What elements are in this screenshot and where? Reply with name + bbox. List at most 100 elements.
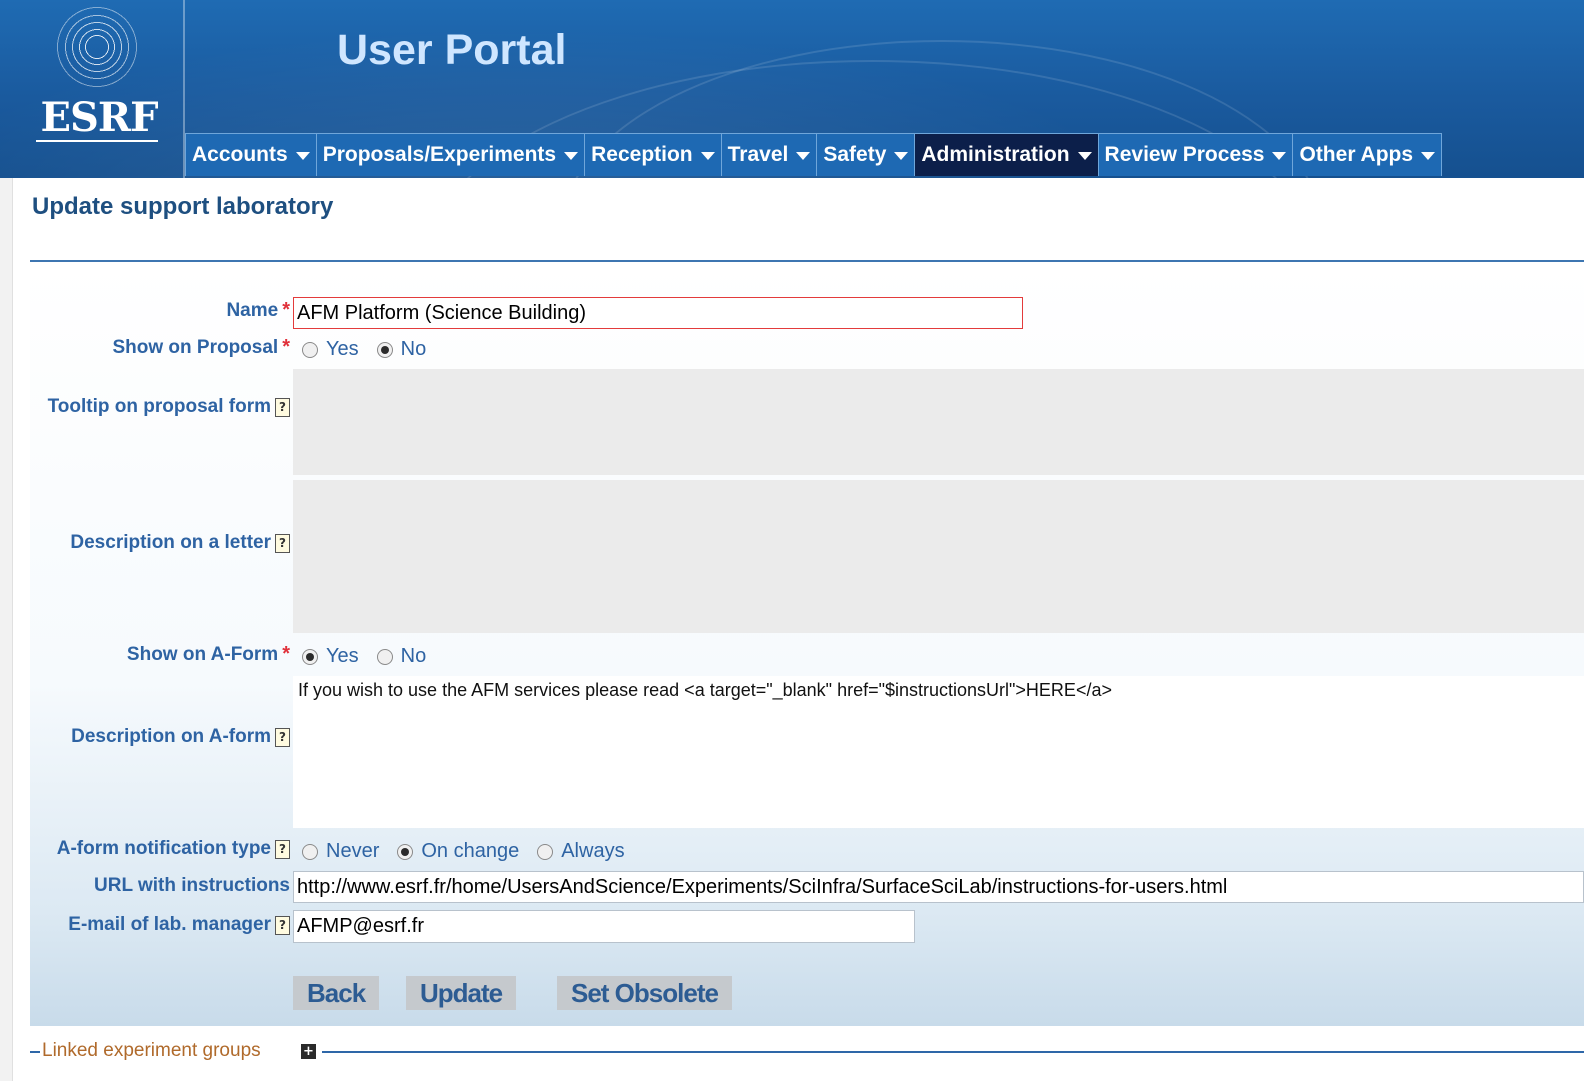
label-text: URL with instructions — [94, 875, 290, 896]
email-manager-label: E-mail of lab. manager? — [68, 914, 290, 936]
fieldset-line — [322, 1051, 1584, 1053]
radio-label: No — [400, 645, 427, 667]
name-label-row: Name * — [0, 299, 290, 325]
help-icon[interactable]: ? — [275, 533, 290, 553]
label-text: Show on Proposal — [112, 336, 279, 358]
update-button[interactable]: Update — [406, 976, 517, 1010]
page-title: Update support laboratory — [32, 193, 334, 220]
nav-label: Accounts — [192, 143, 288, 166]
show-on-proposal-no-radio[interactable]: No — [376, 338, 427, 361]
caret-down-icon — [894, 152, 909, 160]
help-icon[interactable]: ? — [275, 915, 290, 935]
esrf-logo[interactable]: ESRF — [8, 0, 183, 178]
label-text: A-form notification type — [56, 838, 271, 859]
help-icon[interactable]: ? — [275, 397, 290, 417]
radio-button-icon — [302, 843, 318, 860]
url-instructions-label: URL with instructions — [94, 875, 290, 897]
radio-button-selected-icon — [397, 843, 414, 860]
description-aform-textarea[interactable]: If you wish to use the AFM services plea… — [293, 676, 1584, 828]
label-text: Tooltip on proposal form — [47, 396, 271, 417]
radio-label: On change — [421, 840, 520, 862]
show-on-aform-label-row: Show on A-Form * — [0, 643, 290, 669]
notification-on-change-radio[interactable]: On change — [397, 840, 519, 863]
notification-always-radio[interactable]: Always — [537, 840, 625, 863]
nav-label: Proposals/Experiments — [322, 143, 557, 166]
fieldset-line — [30, 1051, 40, 1053]
header-banner: ESRF User Portal Accounts Proposals/Expe… — [0, 0, 1584, 484]
nav-label: Administration — [921, 143, 1070, 166]
show-on-proposal-label-row: Show on Proposal * — [0, 336, 290, 362]
radio-button-selected-icon — [302, 648, 318, 665]
notification-never-radio[interactable]: Never — [302, 840, 379, 863]
nav-review-process[interactable]: Review Process — [1097, 133, 1293, 176]
logo-underline — [36, 140, 158, 142]
tooltip-label: Tooltip on proposal form? — [48, 396, 290, 418]
help-icon[interactable]: ? — [275, 839, 290, 859]
description-aform-label: Description on A-form? — [71, 726, 290, 748]
label-text: E-mail of lab. manager — [68, 914, 271, 935]
caret-down-icon — [1421, 152, 1436, 160]
caret-down-icon — [700, 152, 715, 160]
nav-label: Reception — [591, 143, 693, 166]
description-letter-label: Description on a letter? — [70, 532, 290, 554]
email-manager-input[interactable] — [293, 910, 915, 943]
nav-travel[interactable]: Travel — [720, 133, 817, 176]
description-aform-label-row: Description on A-form? — [0, 726, 290, 752]
required-asterisk-icon: * — [282, 643, 290, 665]
notification-type-label: A-form notification type? — [57, 838, 290, 860]
caret-down-icon — [564, 152, 579, 160]
radio-label: Yes — [326, 645, 359, 667]
description-letter-textarea[interactable] — [293, 480, 1584, 633]
radio-label: No — [400, 338, 427, 360]
set-obsolete-button[interactable]: Set Obsolete — [557, 976, 732, 1010]
notification-type-label-row: A-form notification type? — [0, 838, 290, 864]
show-on-proposal-yes-radio[interactable]: Yes — [302, 338, 359, 361]
radio-label: Never — [326, 840, 380, 862]
radio-label: Always — [561, 840, 625, 862]
label-text: Description on A-form — [71, 726, 271, 747]
title-divider — [30, 260, 1584, 262]
help-icon[interactable]: ? — [275, 727, 290, 747]
notification-type-radios: Never On change Always — [302, 840, 643, 863]
expand-plus-icon[interactable]: + — [301, 1044, 316, 1059]
label-text: Name — [226, 299, 279, 321]
nav-label: Travel — [727, 143, 789, 166]
required-asterisk-icon: * — [282, 336, 290, 358]
show-on-proposal-label: Show on Proposal * — [112, 336, 290, 359]
tooltip-textarea[interactable] — [293, 369, 1584, 475]
show-on-aform-radios: Yes No — [302, 645, 444, 668]
name-input[interactable] — [293, 297, 1023, 329]
url-instructions-input[interactable] — [293, 871, 1584, 903]
radio-button-selected-icon — [376, 341, 393, 358]
radio-button-icon — [302, 341, 318, 358]
logo-rays-icon — [56, 6, 138, 88]
caret-down-icon — [1077, 152, 1092, 160]
back-button[interactable]: Back — [293, 976, 380, 1010]
show-on-aform-yes-radio[interactable]: Yes — [302, 645, 359, 668]
url-instructions-label-row: URL with instructions — [0, 875, 290, 901]
email-manager-label-row: E-mail of lab. manager? — [0, 914, 290, 940]
nav-administration[interactable]: Administration — [914, 133, 1098, 176]
radio-label: Yes — [326, 338, 359, 360]
linked-experiment-groups: Linked experiment groups + — [30, 1040, 1584, 1061]
caret-down-icon — [1272, 152, 1287, 160]
required-asterisk-icon: * — [282, 299, 290, 321]
show-on-aform-label: Show on A-Form * — [127, 643, 290, 666]
radio-button-icon — [376, 648, 393, 665]
portal-title: User Portal — [337, 26, 567, 74]
logo-text: ESRF — [40, 94, 158, 141]
caret-down-icon — [796, 152, 811, 160]
nav-other-apps[interactable]: Other Apps — [1292, 133, 1443, 176]
caret-down-icon — [295, 152, 310, 160]
label-text: Show on A-Form — [126, 643, 279, 665]
nav-safety[interactable]: Safety — [816, 133, 915, 176]
nav-label: Review Process — [1104, 143, 1265, 166]
main-nav: Accounts Proposals/Experiments Reception… — [185, 133, 1443, 177]
nav-accounts[interactable]: Accounts — [185, 133, 316, 176]
nav-reception[interactable]: Reception — [584, 133, 721, 176]
nav-label: Safety — [823, 143, 887, 166]
show-on-proposal-radios: Yes No — [302, 338, 444, 361]
nav-label: Other Apps — [1299, 143, 1414, 166]
show-on-aform-no-radio[interactable]: No — [376, 645, 427, 668]
nav-proposals-experiments[interactable]: Proposals/Experiments — [315, 133, 585, 176]
